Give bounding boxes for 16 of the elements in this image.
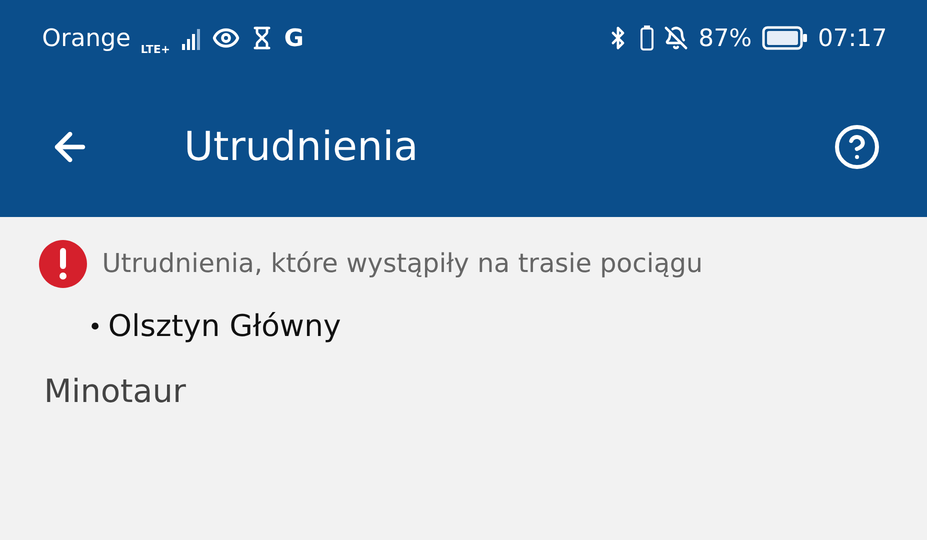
notice-text: Utrudnienia, które wystąpiły na trasie pociągu — [102, 249, 703, 279]
battery-percent: 87% — [698, 24, 752, 52]
carrier-name: Orange — [42, 24, 131, 52]
battery-icon — [640, 25, 654, 51]
signal-icon — [180, 26, 202, 50]
bell-off-icon — [664, 26, 688, 50]
train-name: Minotaur — [44, 372, 187, 410]
help-button[interactable] — [833, 122, 881, 170]
bullet: • — [88, 312, 102, 340]
network-type: LTE+ — [140, 42, 170, 56]
clock: 07:17 — [818, 24, 887, 52]
google-logo: G — [284, 24, 304, 52]
alert-icon — [38, 239, 88, 289]
station-name: Olsztyn Główny — [108, 309, 341, 344]
page-title: Utrudnienia — [184, 124, 420, 170]
battery-icon — [762, 26, 808, 50]
